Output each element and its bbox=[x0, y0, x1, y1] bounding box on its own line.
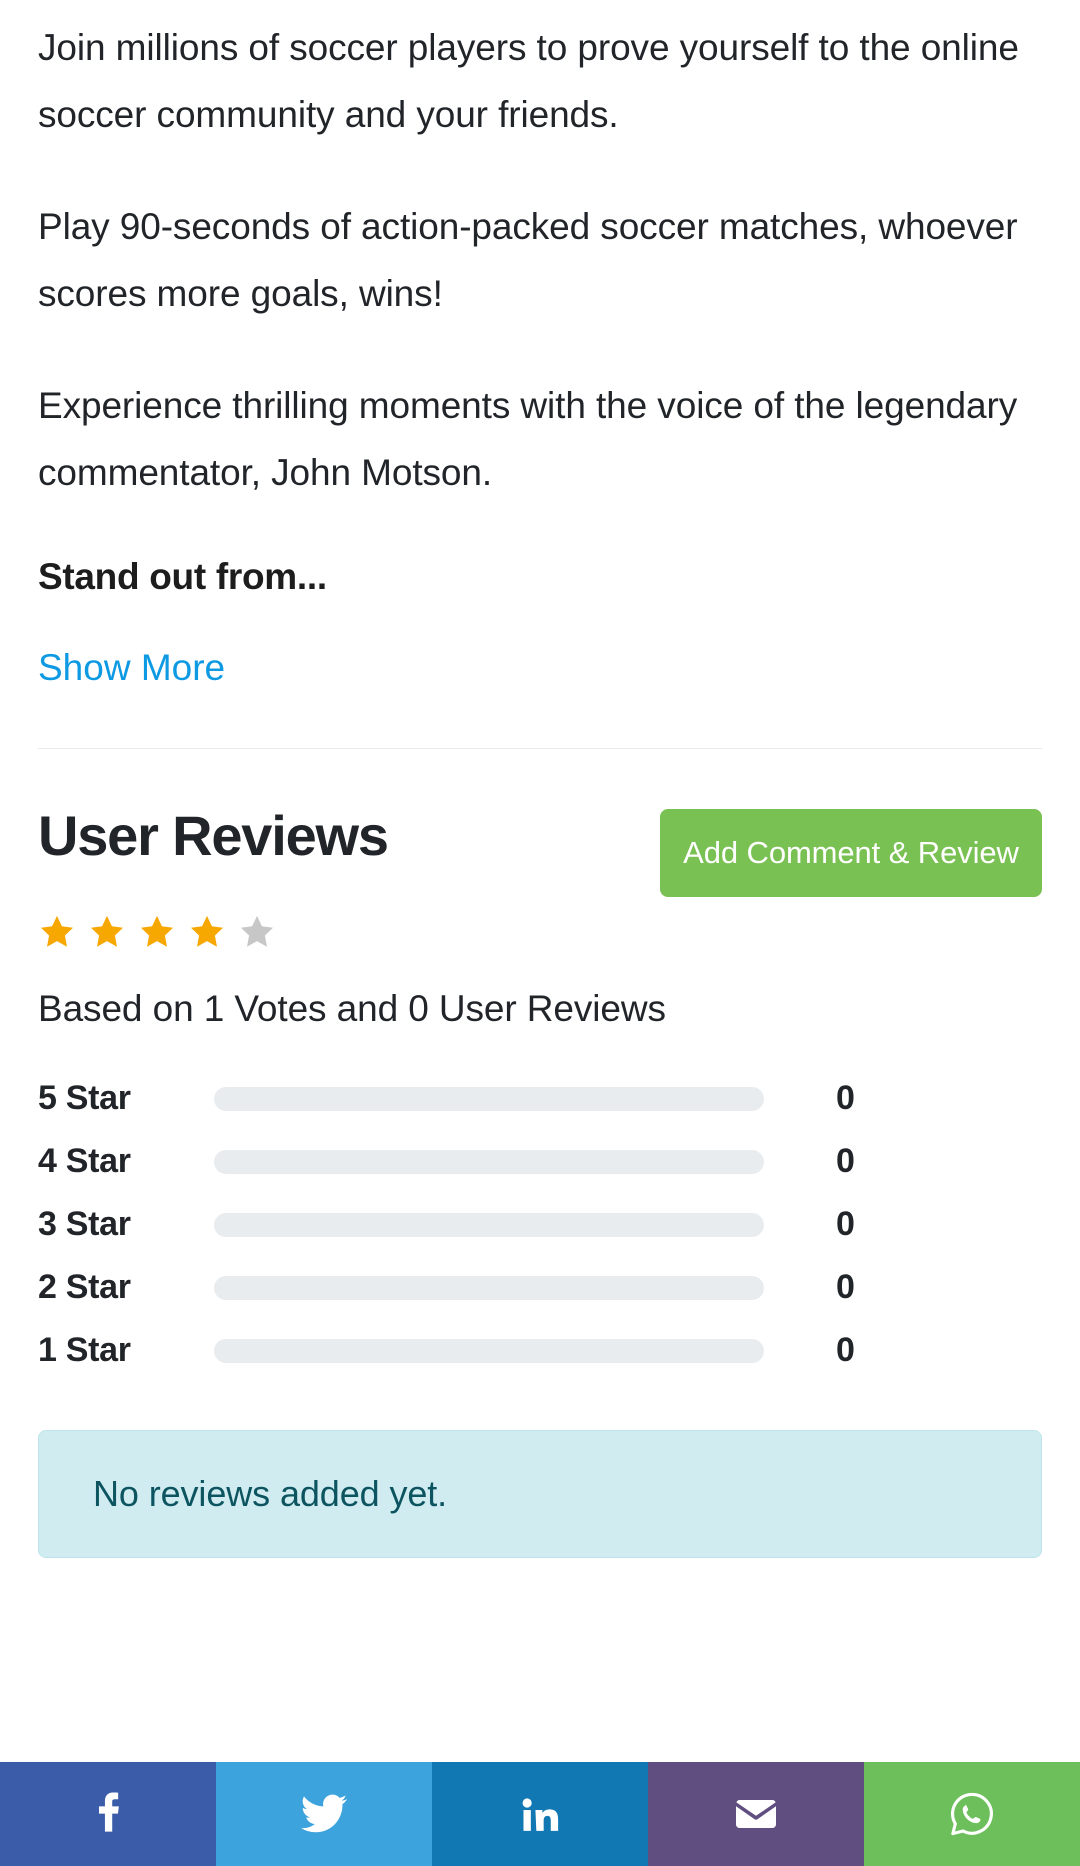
user-reviews-title: User Reviews bbox=[38, 804, 389, 867]
no-reviews-alert: No reviews added yet. bbox=[38, 1430, 1042, 1558]
rating-row-label: 1 Star bbox=[38, 1331, 131, 1369]
share-twitter-button[interactable] bbox=[216, 1762, 432, 1866]
no-reviews-message: No reviews added yet. bbox=[93, 1473, 448, 1514]
share-whatsapp-button[interactable] bbox=[864, 1762, 1080, 1866]
rating-row-count: 0 bbox=[836, 1205, 855, 1243]
rating-row-bar bbox=[214, 1338, 764, 1363]
description-subheading: Stand out from... bbox=[38, 556, 327, 597]
star-icon-4 bbox=[188, 913, 226, 951]
share-facebook-button[interactable] bbox=[0, 1762, 216, 1866]
share-linkedin-button[interactable] bbox=[432, 1762, 648, 1866]
twitter-icon bbox=[299, 1789, 349, 1839]
rating-row-5: 5 Star 0 bbox=[38, 1067, 1042, 1130]
envelope-icon bbox=[732, 1790, 780, 1838]
description-paragraph-3: Experience thrilling moments with the vo… bbox=[38, 385, 1018, 493]
rating-row-label: 2 Star bbox=[38, 1268, 131, 1306]
rating-breakdown: 5 Star 0 4 Star 0 3 Star 0 2 Star 0 1 St… bbox=[38, 1067, 1042, 1382]
star-icon-5 bbox=[238, 913, 276, 951]
rating-row-bar bbox=[214, 1086, 764, 1111]
whatsapp-icon bbox=[947, 1789, 997, 1839]
rating-row-bar bbox=[214, 1149, 764, 1174]
rating-row-1: 1 Star 0 bbox=[38, 1319, 1042, 1382]
add-comment-review-button[interactable]: Add Comment & Review bbox=[660, 809, 1042, 897]
section-divider bbox=[38, 748, 1042, 749]
rating-summary-text: Based on 1 Votes and 0 User Reviews bbox=[38, 988, 666, 1029]
rating-row-4: 4 Star 0 bbox=[38, 1130, 1042, 1193]
rating-row-bar bbox=[214, 1275, 764, 1300]
description-paragraph-1: Join millions of soccer players to prove… bbox=[38, 27, 1019, 135]
facebook-icon bbox=[85, 1791, 131, 1837]
app-page: Join millions of soccer players to prove… bbox=[0, 0, 1080, 1866]
rating-row-label: 4 Star bbox=[38, 1142, 131, 1180]
star-icon-2 bbox=[88, 913, 126, 951]
rating-row-count: 0 bbox=[836, 1331, 855, 1369]
show-more-link[interactable]: Show More bbox=[38, 645, 225, 690]
user-reviews-header: User Reviews Add Comment & Review bbox=[38, 801, 1042, 897]
game-description: Join millions of soccer players to prove… bbox=[38, 0, 1042, 690]
rating-row-2: 2 Star 0 bbox=[38, 1256, 1042, 1319]
description-paragraph-2: Play 90-seconds of action-packed soccer … bbox=[38, 206, 1018, 314]
share-email-button[interactable] bbox=[648, 1762, 864, 1866]
rating-row-count: 0 bbox=[836, 1268, 855, 1306]
star-icon-1 bbox=[38, 913, 76, 951]
rating-row-count: 0 bbox=[836, 1079, 855, 1117]
rating-row-label: 5 Star bbox=[38, 1079, 131, 1117]
rating-row-label: 3 Star bbox=[38, 1205, 131, 1243]
average-rating-stars bbox=[38, 905, 1042, 959]
rating-row-3: 3 Star 0 bbox=[38, 1193, 1042, 1256]
page-content: Join millions of soccer players to prove… bbox=[0, 0, 1080, 1558]
rating-row-count: 0 bbox=[836, 1142, 855, 1180]
rating-row-bar bbox=[214, 1212, 764, 1237]
linkedin-icon bbox=[518, 1792, 562, 1836]
social-share-bar bbox=[0, 1762, 1080, 1866]
star-icon-3 bbox=[138, 913, 176, 951]
